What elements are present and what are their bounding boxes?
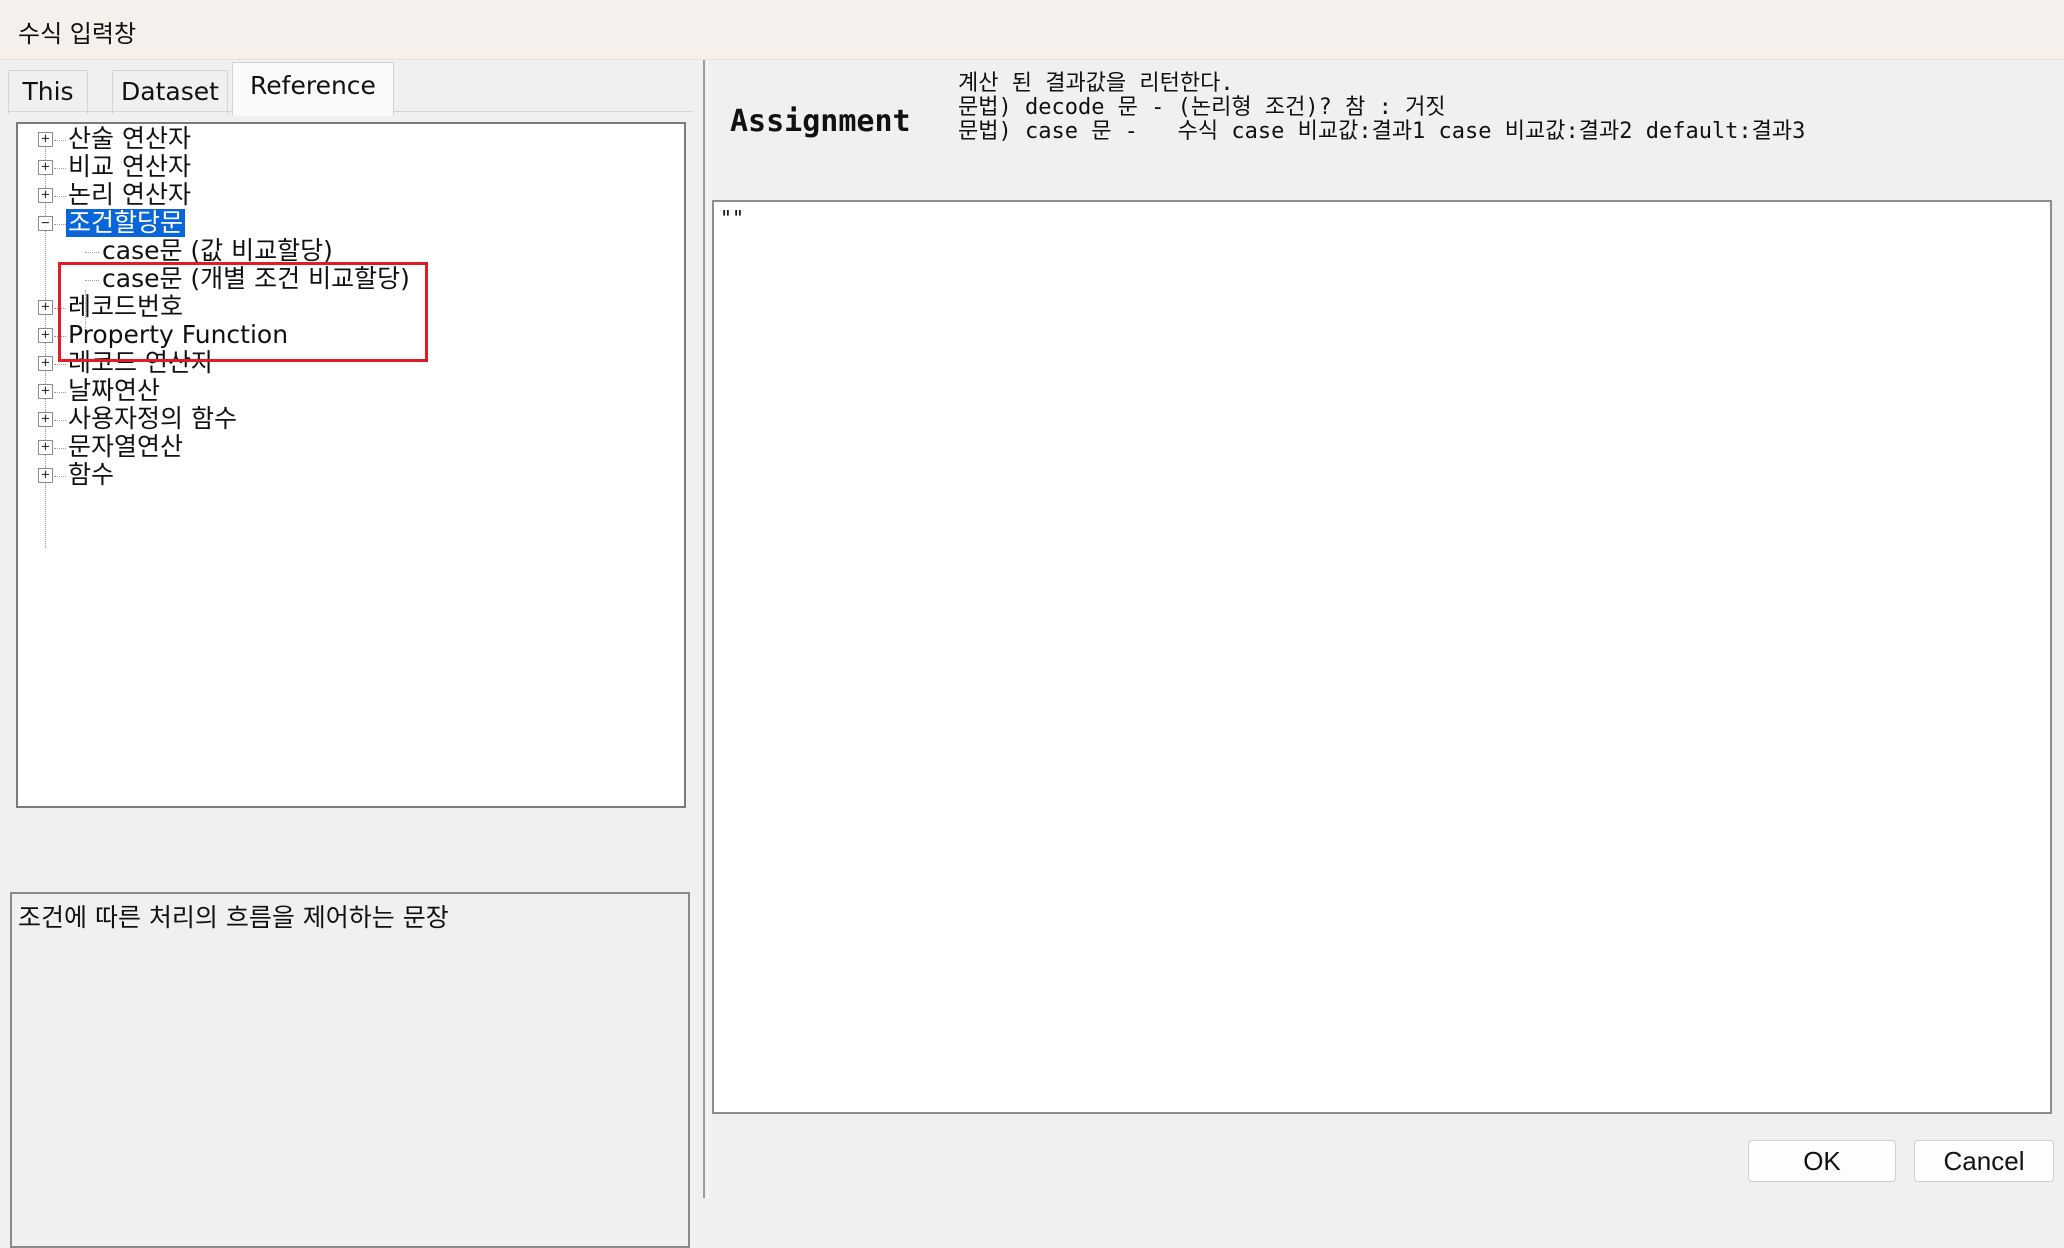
- tree-item-functions[interactable]: 함수: [68, 461, 114, 489]
- tree-connector: [54, 476, 66, 477]
- tree-connector: [85, 280, 99, 281]
- expand-icon[interactable]: +: [38, 356, 53, 371]
- tree-item-case-value-compare[interactable]: case문 (값 비교할당): [102, 237, 333, 265]
- expand-icon[interactable]: +: [38, 468, 53, 483]
- expand-icon[interactable]: +: [38, 440, 53, 455]
- tree-connector: [54, 448, 66, 449]
- tree-connector: [54, 168, 66, 169]
- tree-connector: [85, 252, 99, 253]
- right-pane: Assignment 계산 된 결과값을 리턴한다. 문법) decode 문 -…: [712, 60, 2064, 1198]
- tab-reference[interactable]: Reference: [232, 62, 394, 116]
- tree-item-date-operations[interactable]: 날짜연산: [68, 377, 160, 405]
- tree-item-case-individual-condition[interactable]: case문 (개별 조건 비교할당): [102, 265, 410, 293]
- expand-icon[interactable]: +: [38, 160, 53, 175]
- tree-item-record-operators[interactable]: 레코드 연산자: [68, 349, 214, 377]
- tree-connector: [54, 364, 66, 365]
- tree-connector: [54, 336, 66, 337]
- tree-item-record-number[interactable]: 레코드번호: [68, 293, 183, 321]
- ok-button[interactable]: OK: [1748, 1140, 1896, 1182]
- info-line: 계산 된 결과값을 리턴한다.: [958, 71, 1234, 96]
- info-area: Assignment 계산 된 결과값을 리턴한다. 문법) decode 문 -…: [712, 60, 2052, 200]
- splitter-line-highlight: [707, 60, 708, 1198]
- tree-item-comparison-operators[interactable]: 비교 연산자: [68, 153, 191, 181]
- tree-connector: [54, 224, 66, 225]
- expand-icon[interactable]: +: [38, 188, 53, 203]
- tab-strip: This Dataset Reference: [8, 62, 698, 116]
- info-lines: 계산 된 결과값을 리턴한다. 문법) decode 문 - (논리형 조건)? …: [958, 72, 1805, 144]
- left-pane: This Dataset Reference + 산술 연산자 + 비교 연산자…: [0, 60, 700, 1248]
- splitter-line: [703, 60, 705, 1198]
- info-line: 문법) decode 문 - (논리형 조건)? 참 : 거짓: [958, 95, 1446, 120]
- tree-connector: [54, 140, 66, 141]
- window-title: 수식 입력창: [18, 20, 137, 48]
- tab-this[interactable]: This: [8, 70, 88, 114]
- info-title: Assignment: [730, 104, 911, 139]
- cancel-button[interactable]: Cancel: [1914, 1140, 2054, 1182]
- expression-editor[interactable]: [712, 200, 2052, 1114]
- tree-item-logical-operators[interactable]: 논리 연산자: [68, 181, 191, 209]
- description-text: 조건에 따른 처리의 흐름을 제어하는 문장: [18, 903, 449, 932]
- expand-icon[interactable]: +: [38, 132, 53, 147]
- tree-item-arithmetic-operators[interactable]: 산술 연산자: [68, 125, 191, 153]
- expand-icon[interactable]: +: [38, 328, 53, 343]
- tab-dataset[interactable]: Dataset: [112, 70, 228, 114]
- expand-icon[interactable]: +: [38, 384, 53, 399]
- expand-icon[interactable]: +: [38, 300, 53, 315]
- tree-connector: [54, 392, 66, 393]
- tree-item-conditional-assignment[interactable]: 조건할당문: [66, 209, 186, 237]
- expand-icon[interactable]: +: [38, 412, 53, 427]
- description-box: 조건에 따른 처리의 흐름을 제어하는 문장: [10, 892, 690, 1248]
- pane-splitter[interactable]: [700, 60, 712, 1198]
- reference-tree[interactable]: + 산술 연산자 + 비교 연산자 + 논리 연산자 − 조건할당문 case문…: [16, 122, 686, 808]
- title-bar: 수식 입력창: [0, 0, 2064, 60]
- tree-connector: [54, 420, 66, 421]
- tree-item-property-function[interactable]: Property Function: [68, 321, 288, 349]
- tree-connector: [54, 308, 66, 309]
- info-line: 문법) case 문 - 수식 case 비교값:결과1 case 비교값:결과…: [958, 119, 1806, 144]
- collapse-icon[interactable]: −: [38, 216, 53, 231]
- tree-item-user-defined-functions[interactable]: 사용자정의 함수: [68, 405, 237, 433]
- tree-connector: [54, 196, 66, 197]
- tree-item-string-operations[interactable]: 문자열연산: [68, 433, 183, 461]
